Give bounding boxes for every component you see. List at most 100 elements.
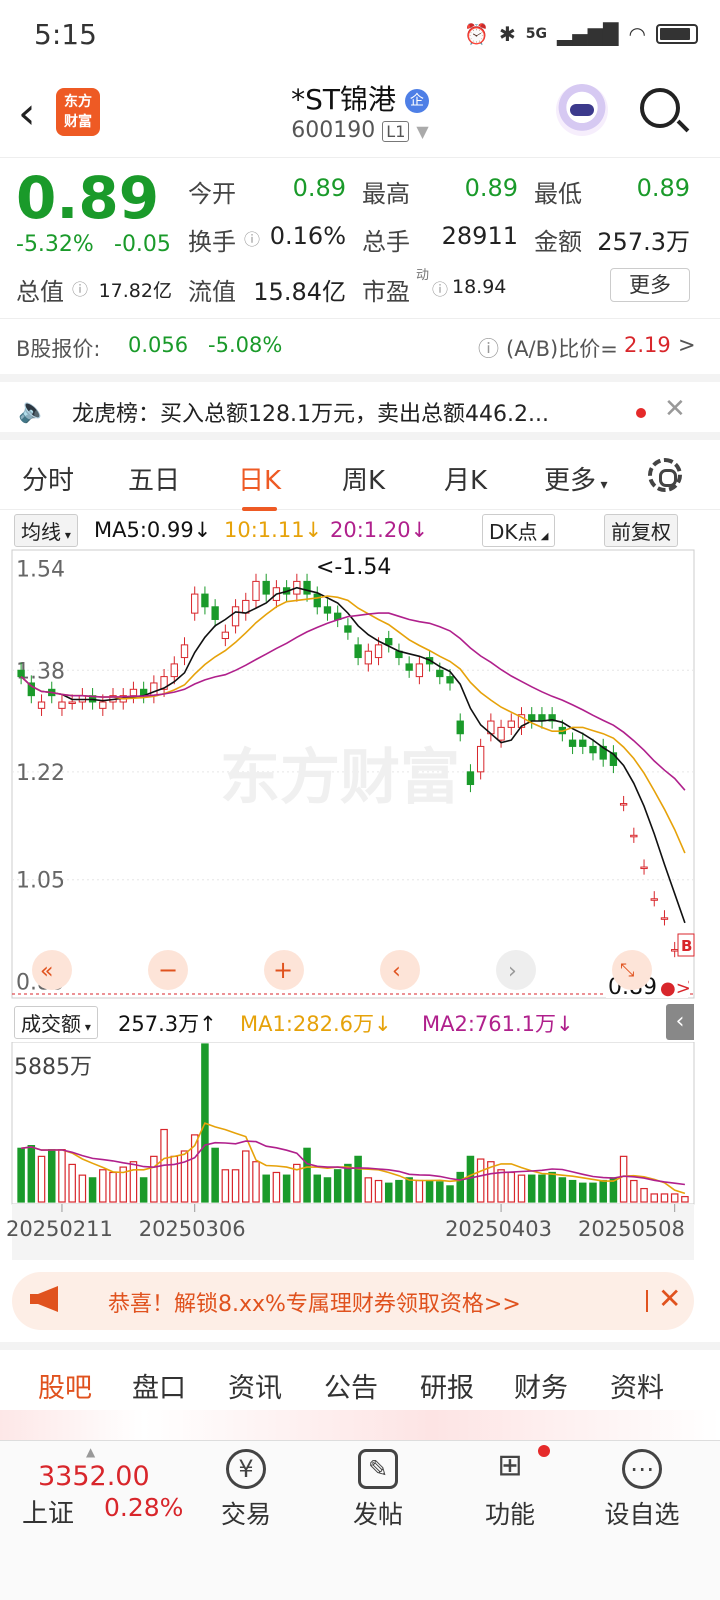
candle-body <box>323 606 332 614</box>
post-button[interactable]: ✎ 发帖 <box>328 1449 428 1531</box>
volume-bar <box>282 1174 291 1203</box>
corner-arrow-icon: ◢ <box>537 531 549 542</box>
open-value: 0.89 <box>292 174 346 202</box>
index-percent: 0.28% <box>104 1493 184 1522</box>
notification-dot <box>538 1445 550 1457</box>
tab-research[interactable]: 研报 <box>420 1366 474 1405</box>
promo-text: 恭喜！解锁8.xx%专属理财券领取资格>> <box>108 1292 521 1317</box>
indicator-selector[interactable]: 均线 ▾ <box>14 514 78 547</box>
b-share-row[interactable]: B股报价: 0.056 -5.08% ⓘ (A/B)比价= 2.19 > <box>0 318 720 374</box>
volume-bar <box>476 1158 485 1203</box>
amount-value: 257.3万 <box>597 228 690 256</box>
speaker-icon: 🔈 <box>18 396 48 424</box>
volume-bar <box>109 1171 117 1203</box>
candle-body <box>528 714 536 722</box>
candle-body <box>456 720 464 735</box>
trade-button[interactable]: ¥ 交易 <box>196 1449 296 1531</box>
more-button[interactable]: 更多 <box>610 268 690 302</box>
volume-bar <box>58 1149 66 1203</box>
volume-bar <box>619 1155 628 1203</box>
candle-body <box>354 644 362 659</box>
volume-amount: 257.3万↑ <box>118 1012 217 1036</box>
date-label: 20250306 <box>139 1217 246 1241</box>
tab-intraday[interactable]: 分时 <box>22 460 74 497</box>
tab-financials[interactable]: 财务 <box>514 1366 568 1405</box>
dk-point-button[interactable]: DK点 ◢ <box>482 514 556 547</box>
volume-bar <box>640 1187 648 1203</box>
date-label: 20250508 <box>578 1217 685 1241</box>
candle-body <box>405 663 413 671</box>
chevron-down-icon: ▼ <box>416 122 429 141</box>
tab-five-day[interactable]: 五日 <box>128 460 180 497</box>
info-icon: ⓘ <box>432 280 449 299</box>
volume-bar <box>252 1161 260 1203</box>
ab-ratio-label: (A/B)比价= <box>506 337 618 361</box>
volume-max-label: 5885万 <box>14 1055 92 1080</box>
close-icon[interactable]: ✕ <box>658 1282 681 1315</box>
pe-label: 市盈 <box>362 278 410 306</box>
minus-icon: − <box>158 956 178 984</box>
kline-chart[interactable]: 东方财富 1.541.381.221.050.89 <-1.54 0.89 ●>… <box>0 548 720 1000</box>
candle-body <box>619 803 628 806</box>
add-watchlist-button[interactable]: ⋯ 设自选 <box>592 1449 692 1531</box>
tab-orderbook[interactable]: 盘口 <box>132 1366 186 1405</box>
functions-button[interactable]: ⊞ 功能 <box>460 1449 560 1531</box>
y-tick-label: 1.22 <box>16 761 65 786</box>
volume-bar <box>78 1174 87 1203</box>
volume-bar <box>99 1169 107 1203</box>
plus-icon: + <box>273 956 293 984</box>
tab-announcements[interactable]: 公告 <box>324 1366 378 1405</box>
candle-body <box>446 676 454 684</box>
candle-body <box>364 650 372 665</box>
close-icon[interactable]: ✕ <box>664 394 686 424</box>
volume-bar <box>527 1174 536 1203</box>
search-icon[interactable] <box>640 88 680 128</box>
unread-dot <box>636 408 646 418</box>
chevron-right-icon: › <box>508 959 517 984</box>
tab-news[interactable]: 资讯 <box>228 1366 282 1405</box>
promo-banner[interactable]: 恭喜！解锁8.xx%专属理财券领取资格>> ✕ <box>12 1272 694 1330</box>
volume-bar <box>17 1147 25 1203</box>
low-value: 0.89 <box>636 174 690 202</box>
tab-monthly-k[interactable]: 月K <box>444 460 487 497</box>
candle-body <box>201 593 209 608</box>
volume-bar <box>150 1155 158 1203</box>
assistant-robot-icon[interactable] <box>556 84 608 136</box>
stock-name: *ST锦港 <box>291 83 396 116</box>
volume-bar <box>364 1177 373 1203</box>
tab-profile[interactable]: 资料 <box>610 1366 664 1405</box>
amount-label: 金额 <box>534 228 582 256</box>
volume-bar <box>497 1169 505 1203</box>
watermark: 东方财富 <box>220 743 460 813</box>
volume-bar <box>660 1193 669 1203</box>
candle-body <box>170 663 178 678</box>
mktcap-label: 总值 <box>16 278 64 306</box>
volume-bar <box>129 1161 138 1203</box>
float-label: 流值 <box>188 278 236 306</box>
candle-body <box>385 638 393 646</box>
collapse-panel-button[interactable]: ‹ <box>666 1004 694 1040</box>
candle-body <box>589 745 597 754</box>
tab-daily-k[interactable]: 日K <box>238 460 281 511</box>
chevron-left-icon: ‹ <box>392 959 401 984</box>
dragon-tiger-notice[interactable]: 🔈 龙虎榜：买入总额128.1万元，卖出总额446.2... ✕ <box>0 374 720 440</box>
dk-point-label: DK点 <box>489 520 538 544</box>
stock-code-row[interactable]: 600190 L1 ▼ <box>0 118 720 143</box>
gear-icon[interactable] <box>648 458 682 492</box>
info-icon: ⓘ <box>72 280 89 299</box>
tab-more[interactable]: 更多 ▾ <box>544 460 608 497</box>
volume-bar <box>405 1177 413 1203</box>
volume-chart[interactable]: 5885万 20250211 20250306 20250403 20250508 <box>0 1042 720 1260</box>
price-adjust-button[interactable]: 前复权 <box>604 514 678 547</box>
candle-body <box>630 834 638 838</box>
bottom-nav: ▲ 3352.00 上证 0.28% ¥ 交易 ✎ 发帖 ⊞ 功能 ⋯ 设自选 <box>0 1440 720 1600</box>
volume-bar <box>354 1155 362 1203</box>
tab-forum[interactable]: 股吧 <box>38 1366 92 1417</box>
tab-weekly-k[interactable]: 周K <box>342 460 385 497</box>
help-icon[interactable]: ⓘ <box>478 333 499 363</box>
candle-body <box>129 688 138 697</box>
volume-indicator-selector[interactable]: 成交额 ▾ <box>14 1006 98 1039</box>
volume-bar <box>262 1174 270 1203</box>
stock-header: ‹ 东方 财富 *ST锦港 企 600190 L1 ▼ <box>0 70 720 158</box>
volume-bar <box>507 1171 516 1203</box>
